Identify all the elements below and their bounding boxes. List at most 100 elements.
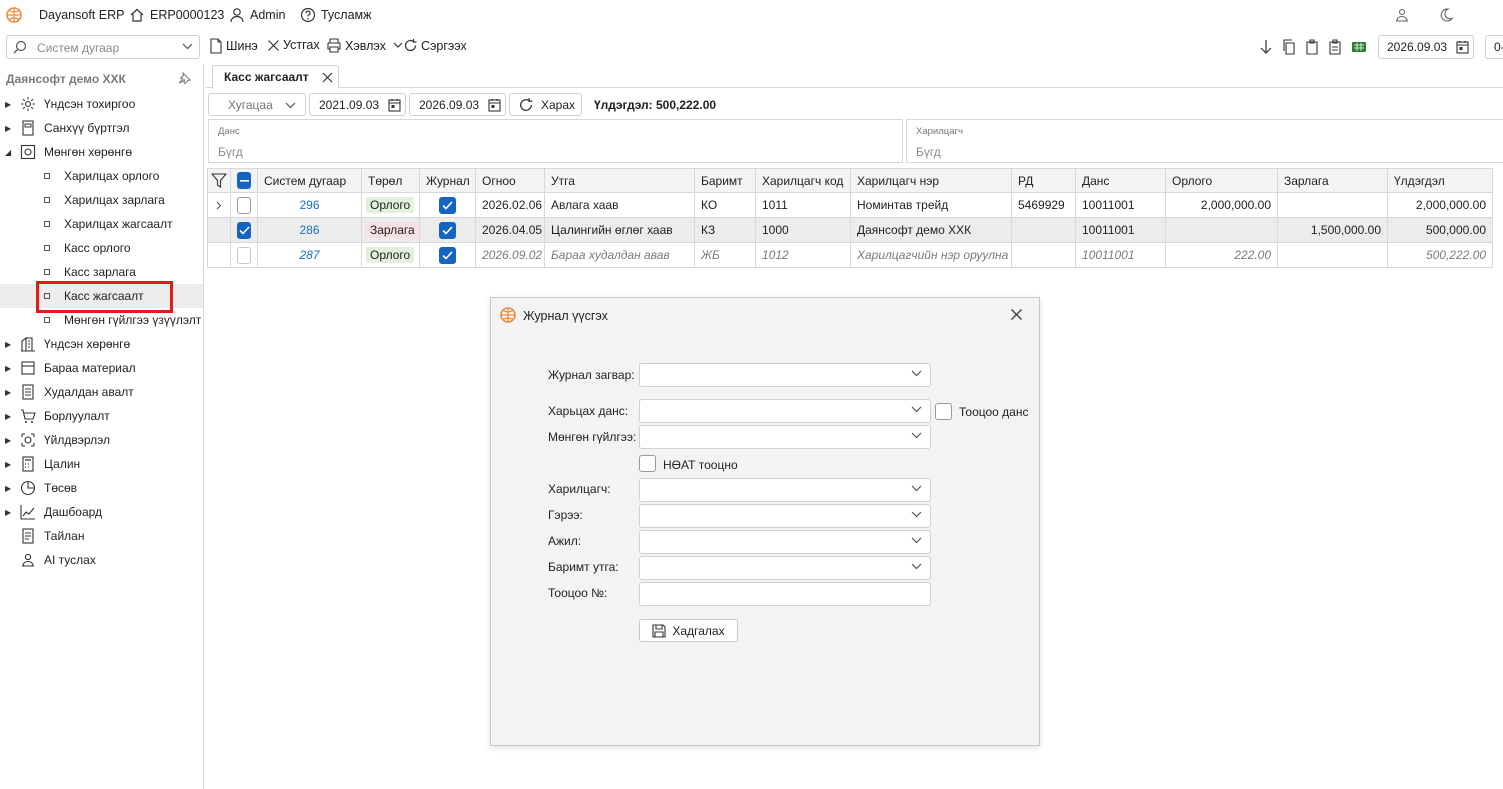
row-sys-no-link[interactable]: 287: [258, 243, 362, 268]
period-select[interactable]: Хугацаа: [208, 93, 306, 116]
view-button[interactable]: Харах: [509, 93, 582, 116]
calc-no-label: Тооцоо №:: [548, 586, 608, 600]
sidebar-item-budget[interactable]: ▶ Төсөв: [0, 476, 203, 500]
vat-checkbox[interactable]: [639, 455, 656, 472]
date-from: 2021.09.03: [319, 98, 380, 112]
toolbar-extra-box[interactable]: 0-: [1485, 35, 1503, 59]
copy-icon[interactable]: [1282, 39, 1296, 55]
sidebar-item-payroll[interactable]: ▶ Цалин: [0, 452, 203, 476]
row-expander[interactable]: [207, 218, 231, 243]
row-checkbox[interactable]: [231, 193, 258, 218]
cash-flow-select[interactable]: [639, 425, 931, 449]
filter-button[interactable]: [207, 168, 231, 193]
sidebar-item-fixed-assets[interactable]: ▶ Үндсэн хөрөнгө: [0, 332, 203, 356]
close-icon[interactable]: [1010, 308, 1023, 321]
date-to-picker[interactable]: 2026.09.03: [409, 93, 506, 116]
sidebar-item-sales[interactable]: ▶ Борлуулалт: [0, 404, 203, 428]
header-partner-name[interactable]: Харилцагч нэр: [851, 168, 1012, 193]
doc-code: ERP0000123: [150, 8, 225, 22]
caret-right-icon: ▶: [5, 387, 12, 397]
caret-right-icon: ▶: [5, 411, 12, 421]
row-journal-checkbox[interactable]: [420, 243, 476, 268]
print-button[interactable]: Хэвлэх: [326, 38, 403, 53]
sidebar-subitem-cash-income[interactable]: Касс орлого: [0, 236, 203, 260]
excel-icon[interactable]: [1351, 39, 1367, 55]
partner-select[interactable]: [639, 478, 931, 502]
caret-right-icon: ▶: [5, 435, 12, 445]
user-button[interactable]: Admin: [229, 7, 285, 23]
row-expander[interactable]: [207, 193, 231, 218]
row-checkbox[interactable]: [231, 243, 258, 268]
sidebar-item-cash[interactable]: ◢ Мөнгөн хөрөнгө: [0, 140, 203, 164]
row-checkbox[interactable]: [231, 218, 258, 243]
sidebar-item-production[interactable]: ▶ Үйлдвэрлэл: [0, 428, 203, 452]
row-doc: КЗ: [695, 218, 756, 243]
header-income[interactable]: Орлого: [1166, 168, 1278, 193]
clipboard-icon[interactable]: [1328, 39, 1342, 55]
header-account[interactable]: Данс: [1076, 168, 1166, 193]
sidebar-item-reports[interactable]: Тайлан: [0, 524, 203, 548]
sidebar-item-inventory[interactable]: ▶ Бараа материал: [0, 356, 203, 380]
calc-account-checkbox[interactable]: [935, 403, 952, 420]
partner-filter[interactable]: Харилцагч Бүгд: [906, 119, 1503, 163]
close-icon[interactable]: [322, 72, 333, 83]
view-label: Харах: [541, 98, 576, 112]
header-expense[interactable]: Зарлага: [1278, 168, 1388, 193]
pin-icon[interactable]: [178, 72, 191, 85]
delete-button[interactable]: Устгах: [267, 38, 320, 52]
sidebar-subitem-bank-income[interactable]: Харилцах орлого: [0, 164, 203, 188]
caret-right-icon: ▶: [5, 339, 12, 349]
date-from-picker[interactable]: 2021.09.03: [309, 93, 406, 116]
user-name: Admin: [250, 8, 286, 22]
sidebar-subitem-label: Мөнгөн гүйлгээ үзүүлэлт: [64, 313, 202, 327]
corr-account-select[interactable]: [639, 399, 931, 423]
new-button[interactable]: Шинэ: [209, 38, 258, 54]
select-all-checkbox[interactable]: [231, 168, 258, 193]
search-combo[interactable]: Систем дугаар: [6, 35, 200, 59]
sidebar-item-finance[interactable]: ▶ Санхүү бүртгэл: [0, 116, 203, 140]
header-desc[interactable]: Утга: [545, 168, 695, 193]
sidebar-subitem-bank-list[interactable]: Харилцах жагсаалт: [0, 212, 203, 236]
toolbar-date-picker[interactable]: 2026.09.03: [1378, 35, 1474, 59]
tab-cash-list[interactable]: Касс жагсаалт: [212, 65, 339, 89]
doc-desc-select[interactable]: [639, 556, 931, 580]
download-icon[interactable]: [1259, 39, 1273, 55]
account-filter[interactable]: Данс Бүгд: [208, 119, 903, 163]
sidebar-item-purchasing[interactable]: ▶ Худалдан авалт: [0, 380, 203, 404]
sidebar-item-label: Санхүү бүртгэл: [44, 121, 130, 135]
row-journal-checkbox[interactable]: [420, 218, 476, 243]
header-rd[interactable]: РД: [1012, 168, 1076, 193]
assistant-icon[interactable]: [1394, 7, 1410, 23]
row-sys-no-link[interactable]: 286: [258, 218, 362, 243]
row-partner-name: Даянсофт демо ХХК: [851, 218, 1012, 243]
filter-icon: [211, 173, 227, 188]
contract-select[interactable]: [639, 504, 931, 528]
dark-mode-icon[interactable]: [1438, 7, 1454, 23]
header-balance[interactable]: Үлдэгдэл: [1388, 168, 1493, 193]
header-type[interactable]: Төрөл: [362, 168, 420, 193]
header-sys-no[interactable]: Систем дугаар: [258, 168, 362, 193]
row-sys-no-link[interactable]: 296: [258, 193, 362, 218]
header-journal[interactable]: Журнал: [420, 168, 476, 193]
template-select[interactable]: [639, 363, 931, 387]
header-date[interactable]: Огноо: [476, 168, 545, 193]
home-doc-button[interactable]: ERP0000123: [129, 7, 224, 23]
sidebar-item-ai[interactable]: AI туслах: [0, 548, 203, 572]
save-label: Хадгалах: [672, 623, 725, 638]
row-journal-checkbox[interactable]: [420, 193, 476, 218]
header-doc[interactable]: Баримт: [695, 168, 756, 193]
save-button[interactable]: Хадгалах: [639, 619, 738, 642]
calendar-icon: [488, 98, 501, 112]
header-partner-code[interactable]: Харилцагч код: [756, 168, 851, 193]
sidebar-item-settings[interactable]: ▶ Үндсэн тохиргоо: [0, 92, 203, 116]
refresh-button[interactable]: Сэргээх: [403, 38, 467, 53]
corr-account-label: Харьцах данс:: [548, 404, 629, 418]
row-expander[interactable]: [207, 243, 231, 268]
help-button[interactable]: Тусламж: [300, 7, 372, 23]
job-select[interactable]: [639, 530, 931, 554]
calc-no-input[interactable]: [639, 582, 931, 606]
sidebar-item-dashboard[interactable]: ▶ Дашбоард: [0, 500, 203, 524]
paste-icon[interactable]: [1305, 39, 1319, 55]
sidebar-subitem-bank-expense[interactable]: Харилцах зарлага: [0, 188, 203, 212]
toolbar-extra-text: 0-: [1494, 40, 1503, 54]
